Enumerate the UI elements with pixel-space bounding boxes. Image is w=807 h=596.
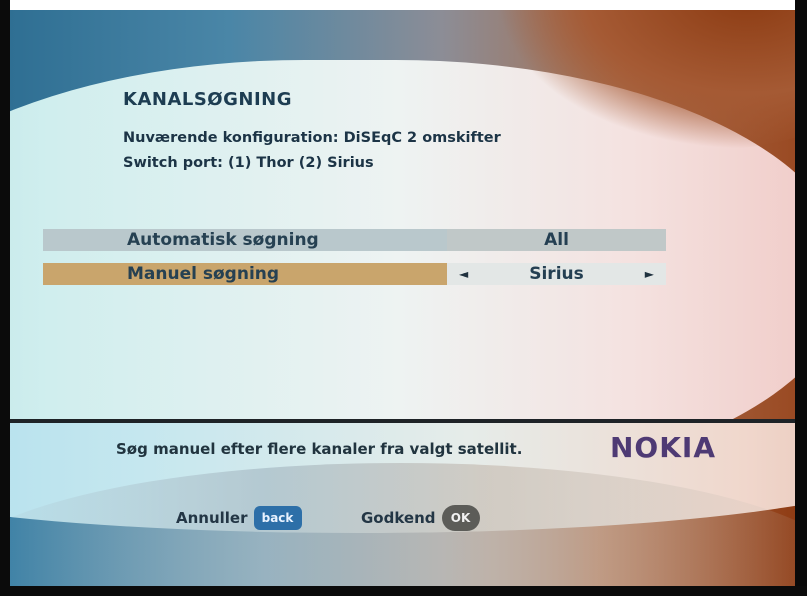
menu-item-value: Sirius [529,264,584,284]
menu-item-label: Manuel søgning [127,264,280,284]
satellite-selector[interactable]: ◄ Sirius ► [447,263,666,285]
configuration-line: Nuværende konfiguration: DiSEqC 2 omskif… [123,130,501,146]
frame-edge [0,0,10,596]
tv-screen: KANALSØGNING Nuværende konfiguration: Di… [0,0,807,596]
frame-edge [795,0,807,596]
ok-key-icon[interactable]: OK [441,505,480,531]
nokia-logo: NOKIA [610,431,717,464]
page-title: KANALSØGNING [123,89,292,110]
menu-item-manual-search[interactable]: Manuel søgning ◄ Sirius ► [43,263,666,285]
menu-item-automatic-search[interactable]: Automatisk søgning All [43,229,666,251]
help-text: Søg manuel efter flere kanaler fra valgt… [116,440,523,458]
cancel-button[interactable]: Annuller back [176,505,302,531]
cancel-label: Annuller [176,509,248,527]
frame-edge [0,586,807,596]
switch-port-line: Switch port: (1) Thor (2) Sirius [123,155,374,171]
menu-item-value: All [544,230,569,250]
arrow-right-icon[interactable]: ► [645,263,654,285]
menu-item-label: Automatisk søgning [127,230,319,250]
confirm-label: Godkend [361,509,436,527]
confirm-button[interactable]: Godkend OK [361,505,480,531]
back-key-icon[interactable]: back [253,506,302,530]
